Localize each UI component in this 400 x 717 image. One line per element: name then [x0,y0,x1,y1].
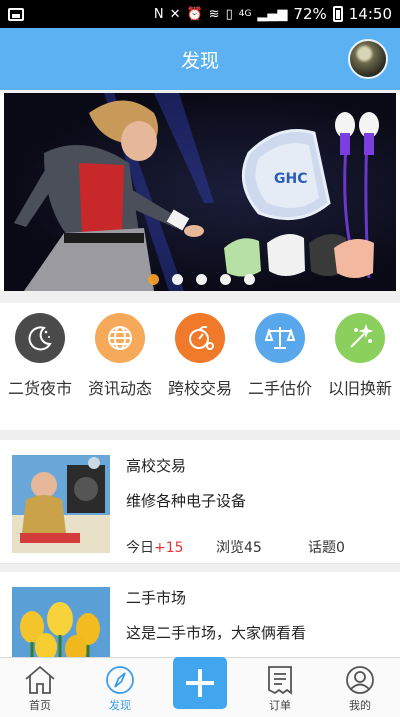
banner-brand-text: GHC [274,171,307,187]
mute-icon: ✕ [169,6,181,22]
item-thumbnail [12,455,110,553]
magic-wand-icon [335,313,385,363]
tab-label: 我的 [349,699,371,712]
banner-image: GHC [4,93,396,291]
item-stats: 今日+15 浏览45 话题0 [126,537,390,557]
home-icon [25,665,55,694]
tab-mine[interactable]: 我的 [320,664,400,717]
user-icon [346,666,374,694]
topic-count: 话题0 [308,540,345,556]
item-title: 二手市场 [126,589,187,607]
category-label: 二货夜市 [7,379,72,398]
category-cross-school[interactable]: 跨校交易 [160,313,240,430]
banner-dot-4[interactable] [220,274,231,285]
category-valuation[interactable]: 二手估价 [240,313,320,430]
compass-icon [106,666,134,694]
app-header: 发现 [0,28,400,90]
discover-page: N ✕ ⏰ ≋ ▯ 4G ▂▄▆ 72% 14:50 发现 GHC 二货夜市 资… [0,0,400,717]
banner-dot-3[interactable] [196,274,207,285]
gallery-notification-icon [8,7,24,21]
category-night-market[interactable]: 二货夜市 [0,313,80,430]
banner-dot-2[interactable] [172,274,183,285]
promo-banner[interactable]: GHC [0,93,400,291]
tab-publish[interactable] [160,657,240,717]
banner-dot-5[interactable] [244,274,255,285]
category-grid: 二货夜市 资讯动态 跨校交易 二手估价 以旧换新 [0,303,400,430]
item-description: 这是二手市场，大家俩看看 [126,624,307,642]
category-label: 跨校交易 [167,379,232,398]
battery-icon [332,6,343,22]
moon-icon [15,313,65,363]
category-label: 资讯动态 [87,379,152,398]
status-bar: N ✕ ⏰ ≋ ▯ 4G ▂▄▆ 72% 14:50 [0,0,400,28]
receipt-icon [268,666,292,695]
globe-icon [95,313,145,363]
category-trade-in[interactable]: 以旧换新 [320,313,400,430]
item-title: 高校交易 [126,457,187,475]
tab-home[interactable]: 首页 [0,664,80,717]
alarm-icon: ⏰ [186,6,203,22]
nfc-icon: N [153,6,164,22]
item-description: 维修各种电子设备 [126,492,247,510]
category-label: 二手估价 [247,379,312,398]
tab-label: 首页 [29,699,51,712]
battery-percent: 72% [293,5,327,23]
today-count: 今日+15 [126,540,184,556]
tab-label: 发现 [109,699,131,712]
banner-pagination [148,274,255,285]
wifi-icon: ≋ [208,6,220,22]
view-count: 浏览45 [216,540,262,556]
signal-icon: ▂▄▆ [257,6,288,22]
network-type: 4G [238,8,252,19]
banner-dot-1[interactable] [148,274,159,285]
plus-icon [173,657,227,709]
tab-discover[interactable]: 发现 [80,664,160,717]
tab-orders[interactable]: 订单 [240,664,320,717]
earphone-product-illustration: GHC [224,112,379,279]
category-news[interactable]: 资讯动态 [80,313,160,430]
page-title: 发现 [180,49,219,72]
bicycle-icon [175,313,225,363]
category-label: 以旧换新 [327,379,392,398]
list-item[interactable]: 高校交易 维修各种电子设备 今日+15 浏览45 话题0 [0,440,400,564]
bottom-tab-bar: 首页 发现 订单 我的 [0,657,400,717]
tab-label: 订单 [269,699,291,712]
user-avatar[interactable] [348,39,388,79]
scale-icon [255,313,305,363]
dancer-illustration [14,93,214,291]
clock: 14:50 [348,5,392,23]
sim-icon: ▯ [225,6,233,22]
